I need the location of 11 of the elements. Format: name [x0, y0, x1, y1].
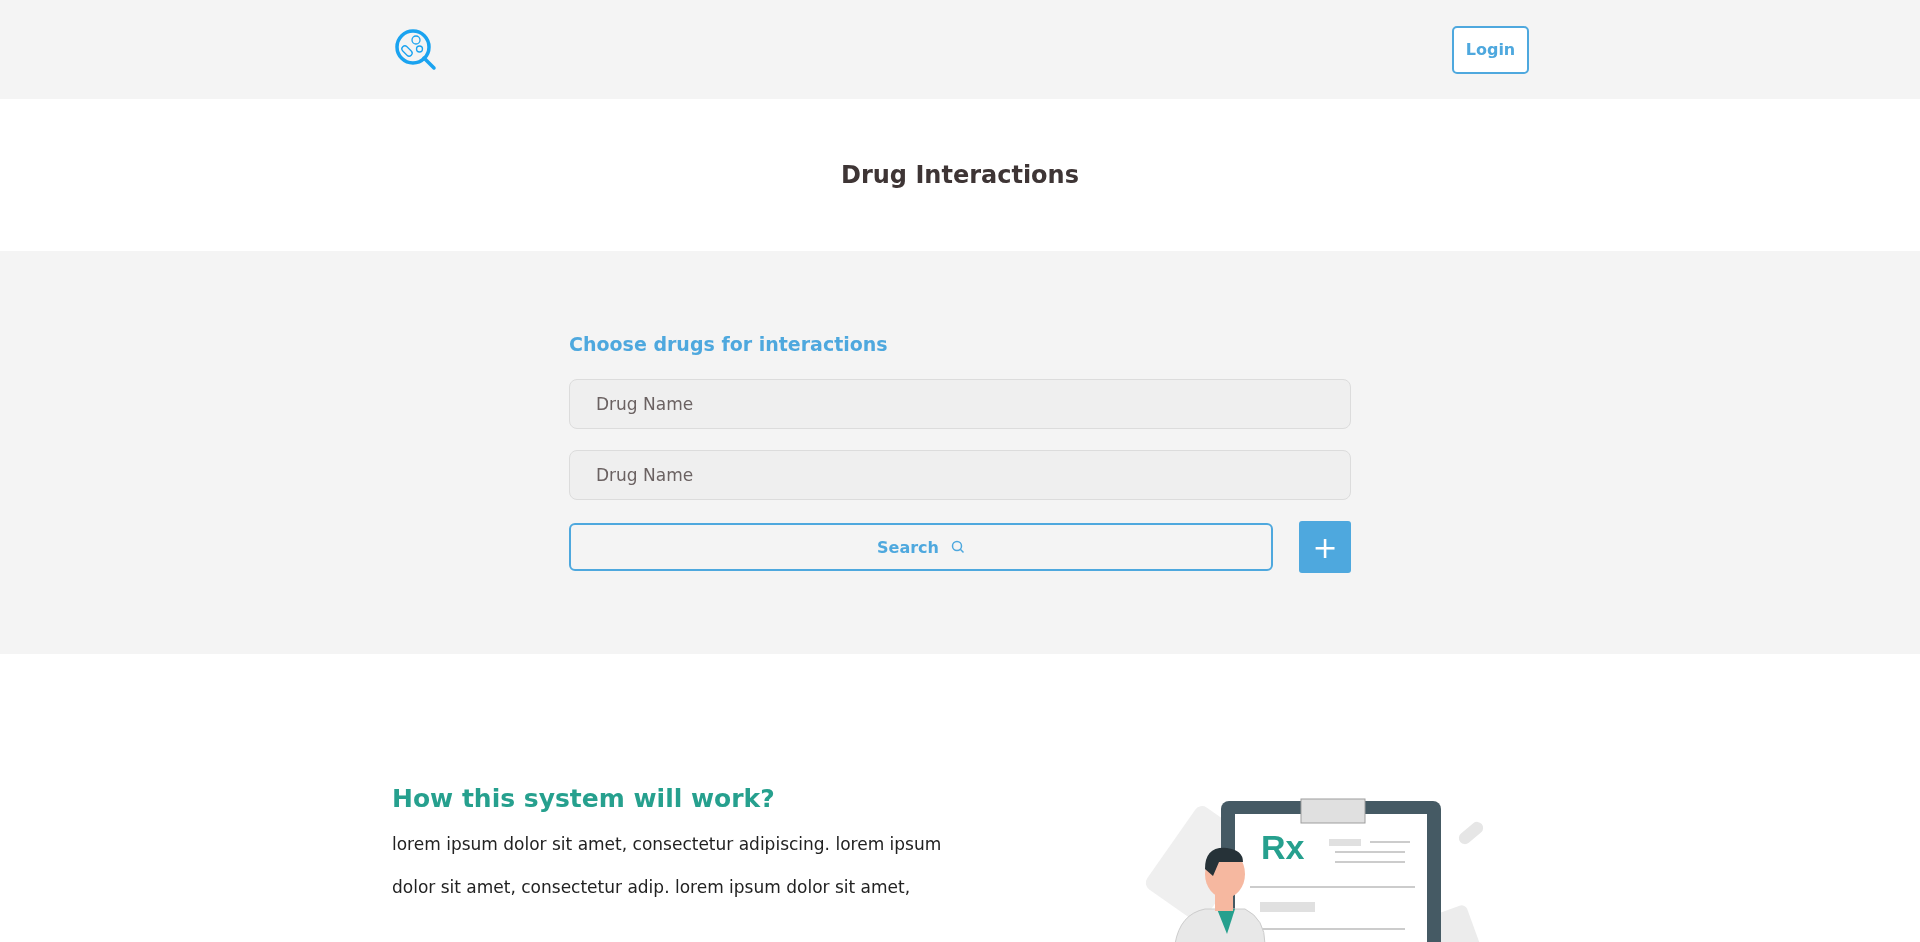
add-button[interactable]: +: [1299, 521, 1351, 573]
form-label: Choose drugs for interactions: [569, 333, 889, 355]
section-heading: How this system will work?: [392, 784, 776, 813]
drug-name-field[interactable]: Drug Name: [569, 379, 1351, 429]
login-button[interactable]: Login: [1452, 25, 1529, 74]
logo-icon[interactable]: [394, 27, 438, 72]
search-button[interactable]: Search: [569, 523, 1273, 571]
drug-name-field[interactable]: Drug Name: [569, 450, 1351, 500]
page-title: Drug Interactions: [841, 161, 1079, 189]
search-icon: [950, 540, 965, 554]
description-text: lorem ipsum dolor sit amet, consectetur adipiscing. lorem ipsum dolor sit amet, consectetur adip. lorem ipsum dolor sit amet,: [392, 833, 943, 899]
